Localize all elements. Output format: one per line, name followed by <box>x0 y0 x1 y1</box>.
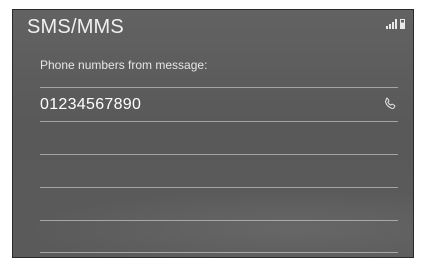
screen-title: SMS/MMS <box>27 16 124 38</box>
divider <box>40 87 398 88</box>
battery-icon <box>400 19 405 29</box>
screen-glare <box>13 187 413 257</box>
phone-number-row[interactable]: 01234567890 <box>40 90 398 121</box>
phone-icon[interactable] <box>382 96 398 112</box>
phone-number-text: 01234567890 <box>40 96 142 113</box>
signal-strength-icon <box>386 19 397 29</box>
section-label: Phone numbers from message: <box>40 58 208 72</box>
status-indicators <box>386 17 405 29</box>
divider <box>40 154 398 155</box>
sms-mms-screen: SMS/MMS Phone numbers from message: 0123… <box>12 9 414 258</box>
divider <box>40 121 398 122</box>
